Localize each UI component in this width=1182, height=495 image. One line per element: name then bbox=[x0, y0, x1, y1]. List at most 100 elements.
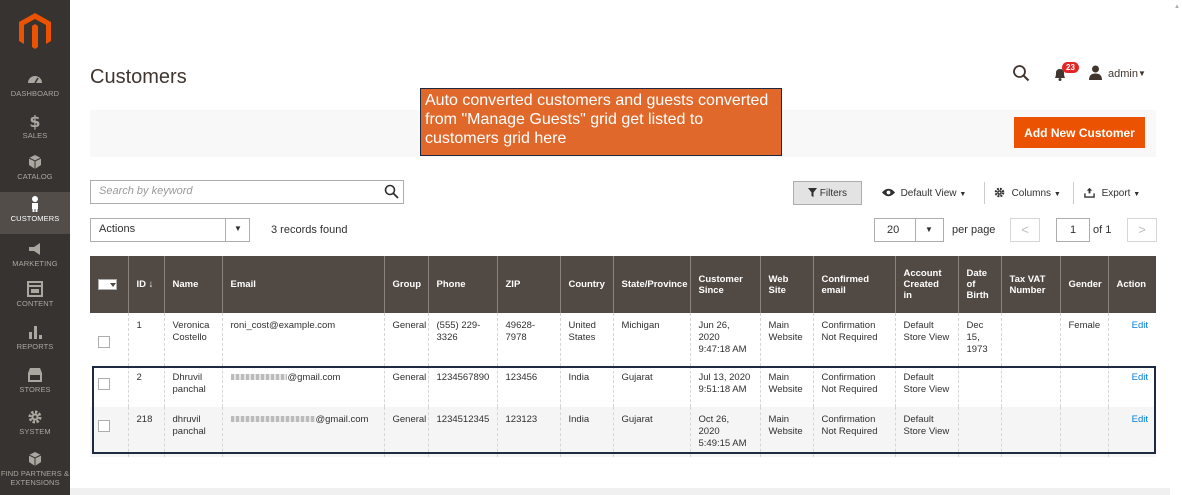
nav-find-partners[interactable]: FIND PARTNERS & EXTENSIONS bbox=[0, 450, 70, 495]
add-new-customer-button[interactable]: Add New Customer bbox=[1014, 117, 1145, 148]
column-id[interactable]: ID ↓ bbox=[127, 256, 164, 313]
gear-icon bbox=[994, 187, 1005, 198]
nav-stores[interactable]: STORES bbox=[0, 366, 70, 406]
export-dropdown[interactable]: Export ▼ bbox=[1083, 187, 1140, 199]
column-group[interactable]: Group bbox=[383, 256, 428, 313]
horizontal-scrollbar[interactable] bbox=[70, 488, 1170, 495]
per-page-value: 20 bbox=[887, 224, 900, 236]
table-row[interactable]: 1 Veronica Costello roni_cost@example.co… bbox=[90, 313, 1156, 366]
table-row[interactable]: 2 Dhruvil panchal @gmail.com General 123… bbox=[90, 366, 1156, 407]
email-domain: @gmail.com bbox=[315, 414, 369, 425]
search-icon[interactable] bbox=[384, 184, 399, 199]
column-website[interactable]: Web Site bbox=[759, 256, 813, 313]
column-gender[interactable]: Gender bbox=[1059, 256, 1108, 313]
row-checkbox[interactable] bbox=[98, 378, 110, 390]
cell-name: dhruvil panchal bbox=[163, 407, 222, 457]
nav-label: FIND PARTNERS & EXTENSIONS bbox=[0, 469, 70, 487]
row-checkbox[interactable] bbox=[98, 336, 110, 348]
records-count: 3 records found bbox=[271, 224, 348, 236]
cell-zip: 49628-7978 bbox=[496, 313, 560, 366]
nav-reports[interactable]: REPORTS bbox=[0, 323, 70, 363]
per-page-label: per page bbox=[952, 224, 996, 236]
filters-button[interactable]: Filters bbox=[793, 181, 862, 205]
default-view-dropdown[interactable]: Default View ▼ bbox=[882, 187, 966, 199]
nav-customers[interactable]: CUSTOMERS bbox=[0, 192, 70, 234]
column-confirmed-email[interactable]: Confirmed email bbox=[812, 256, 895, 313]
nav-marketing[interactable]: MARKETING bbox=[0, 240, 70, 280]
cell-phone: 1234512345 bbox=[427, 407, 497, 457]
cell-gender: Female bbox=[1059, 313, 1108, 366]
keyword-search-input[interactable]: Search by keyword bbox=[90, 180, 404, 204]
chevron-down-icon[interactable]: ▼ bbox=[1138, 69, 1146, 78]
mass-actions-select[interactable]: Actions ▼ bbox=[90, 218, 250, 242]
chevron-down-icon: ▼ bbox=[925, 225, 933, 234]
column-email[interactable]: Email bbox=[221, 256, 384, 313]
cell-account-created-in: Default Store View bbox=[894, 407, 958, 457]
select-all-checkbox[interactable] bbox=[98, 278, 117, 290]
page-number-input[interactable]: 1 bbox=[1056, 218, 1090, 242]
search-icon[interactable] bbox=[1012, 64, 1030, 82]
edit-link[interactable]: Edit bbox=[1107, 313, 1156, 366]
bar-chart-icon bbox=[29, 326, 42, 339]
dollar-icon: $ bbox=[29, 112, 40, 130]
next-page-button[interactable]: > bbox=[1127, 218, 1157, 242]
column-country[interactable]: Country bbox=[559, 256, 613, 313]
select-all-column[interactable] bbox=[90, 256, 128, 313]
annotation-callout: Auto converted customers and guests conv… bbox=[420, 88, 782, 156]
scroll-up-icon[interactable]: ▲ bbox=[1174, 4, 1180, 10]
nav-catalog[interactable]: CATALOG bbox=[0, 153, 70, 193]
nav-sales[interactable]: $ SALES bbox=[0, 112, 70, 152]
cell-name: Veronica Costello bbox=[163, 313, 222, 366]
column-account-created-in[interactable]: Account Created in bbox=[894, 256, 958, 313]
columns-dropdown[interactable]: Columns ▼ bbox=[993, 187, 1061, 199]
nav-content[interactable]: CONTENT bbox=[0, 280, 70, 320]
cell-name: Dhruvil panchal bbox=[163, 366, 222, 407]
column-zip[interactable]: ZIP bbox=[496, 256, 560, 313]
cell-tax-vat bbox=[1000, 366, 1060, 407]
cell-email: @gmail.com bbox=[221, 407, 384, 457]
user-icon[interactable] bbox=[1088, 65, 1103, 80]
cell-email: @gmail.com bbox=[221, 366, 384, 407]
nav-dashboard[interactable]: DASHBOARD bbox=[0, 70, 70, 110]
cell-customer-since: Oct 26, 2020 5:49:15 AM bbox=[689, 407, 760, 457]
export-label: Export bbox=[1101, 188, 1131, 199]
cube-icon bbox=[28, 452, 42, 466]
cell-website: Main Website bbox=[759, 313, 813, 366]
cell-zip: 123456 bbox=[496, 366, 560, 407]
nav-system[interactable]: SYSTEM bbox=[0, 408, 70, 448]
email-domain: @gmail.com bbox=[287, 372, 341, 383]
column-phone[interactable]: Phone bbox=[427, 256, 497, 313]
nav-label: SYSTEM bbox=[19, 427, 51, 436]
cell-phone: 1234567890 bbox=[427, 366, 497, 407]
admin-sidebar: DASHBOARD $ SALES CATALOG CUSTOMERS MARK… bbox=[0, 0, 70, 495]
column-customer-since[interactable]: Customer Since bbox=[689, 256, 760, 313]
previous-page-button[interactable]: < bbox=[1010, 218, 1040, 242]
column-name[interactable]: Name bbox=[163, 256, 222, 313]
cell-email: roni_cost@example.com bbox=[221, 313, 384, 366]
column-state[interactable]: State/Province bbox=[612, 256, 690, 313]
row-checkbox[interactable] bbox=[98, 420, 110, 432]
admin-user-menu[interactable]: admin bbox=[1108, 68, 1138, 80]
table-row[interactable]: 218 dhruvil panchal @gmail.com General 1… bbox=[90, 407, 1156, 457]
magento-logo-icon[interactable] bbox=[18, 12, 52, 50]
cell-confirmed-email: Confirmation Not Required bbox=[812, 313, 895, 366]
page-title: Customers bbox=[90, 66, 187, 88]
column-date-of-birth[interactable]: Date of Birth bbox=[957, 256, 1001, 313]
column-tax-vat[interactable]: Tax VAT Number bbox=[1000, 256, 1060, 313]
cell-gender bbox=[1059, 407, 1108, 457]
chevron-down-icon: ▼ bbox=[959, 191, 967, 198]
divider bbox=[984, 182, 985, 204]
cell-customer-since: Jul 13, 2020 9:51:18 AM bbox=[689, 366, 760, 407]
cell-confirmed-email: Confirmation Not Required bbox=[812, 366, 895, 407]
per-page-select[interactable]: 20 ▼ bbox=[874, 218, 944, 242]
cell-confirmed-email: Confirmation Not Required bbox=[812, 407, 895, 457]
cell-account-created-in: Default Store View bbox=[894, 313, 958, 366]
nav-label: CUSTOMERS bbox=[10, 214, 60, 223]
cell-tax-vat bbox=[1000, 313, 1060, 366]
notification-badge[interactable]: 23 bbox=[1062, 62, 1079, 73]
divider bbox=[1073, 182, 1074, 204]
nav-label: CATALOG bbox=[17, 172, 53, 181]
edit-link[interactable]: Edit bbox=[1107, 366, 1156, 407]
edit-link[interactable]: Edit bbox=[1107, 407, 1156, 457]
cell-gender bbox=[1059, 366, 1108, 407]
